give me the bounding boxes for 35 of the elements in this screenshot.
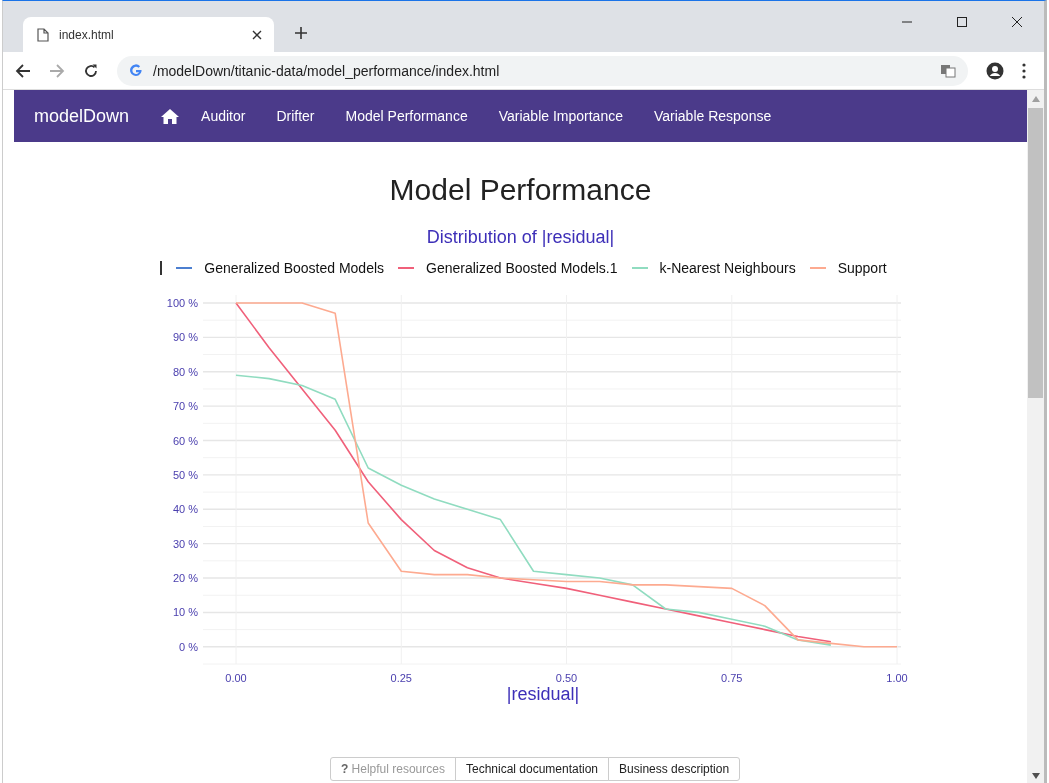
x-tick-label: 0.75 — [720, 672, 742, 684]
y-tick-label: 90 % — [172, 331, 198, 344]
x-tick-label: 0.25 — [390, 672, 412, 684]
nav-link[interactable]: Drifter — [276, 108, 315, 124]
page-title: Model Performance — [389, 173, 652, 207]
helpful-resources-label: ? Helpful resources — [329, 757, 456, 781]
footer-button[interactable]: Technical documentation — [454, 757, 610, 781]
legend-label: Generalized Boosted Models.1 — [426, 260, 618, 276]
brand-link[interactable]: modelDown — [34, 105, 130, 127]
nav-link[interactable]: Variable Importance — [498, 108, 623, 124]
x-axis-label: |residual| — [506, 684, 580, 705]
legend-label: Support — [837, 260, 887, 276]
address-bar[interactable]: /modelDown/titanic-data/model_performance/index.html — [117, 55, 968, 86]
tab-title: index.html — [59, 27, 114, 42]
y-tick-label: 10 % — [172, 606, 198, 619]
y-tick-label: 60 % — [172, 434, 198, 447]
footer-button[interactable]: Business description — [608, 757, 741, 781]
y-tick-label: 80 % — [172, 365, 198, 378]
x-tick-label: 0.50 — [555, 672, 577, 684]
y-tick-label: 20 % — [172, 572, 198, 585]
y-tick-label: 0 % — [178, 640, 198, 653]
legend-label: Generalized Boosted Models — [204, 260, 385, 276]
y-tick-label: 50 % — [172, 468, 198, 481]
x-tick-label: 0.00 — [224, 672, 247, 684]
nav-link[interactable]: Variable Response — [653, 108, 772, 124]
y-tick-label: 70 % — [172, 400, 198, 413]
nav-link[interactable]: Auditor — [201, 108, 246, 124]
browser-tab[interactable]: index.html — [23, 17, 274, 52]
y-tick-label: 40 % — [172, 503, 198, 516]
legend-label: k-Nearest Neighbours — [659, 260, 796, 276]
nav-link[interactable]: Model Performance — [345, 108, 468, 124]
y-tick-label: 30 % — [172, 537, 198, 550]
y-tick-label: 100 % — [166, 297, 198, 309]
chart-title: Distribution of |residual| — [426, 227, 615, 248]
x-tick-label: 1.00 — [885, 672, 908, 684]
